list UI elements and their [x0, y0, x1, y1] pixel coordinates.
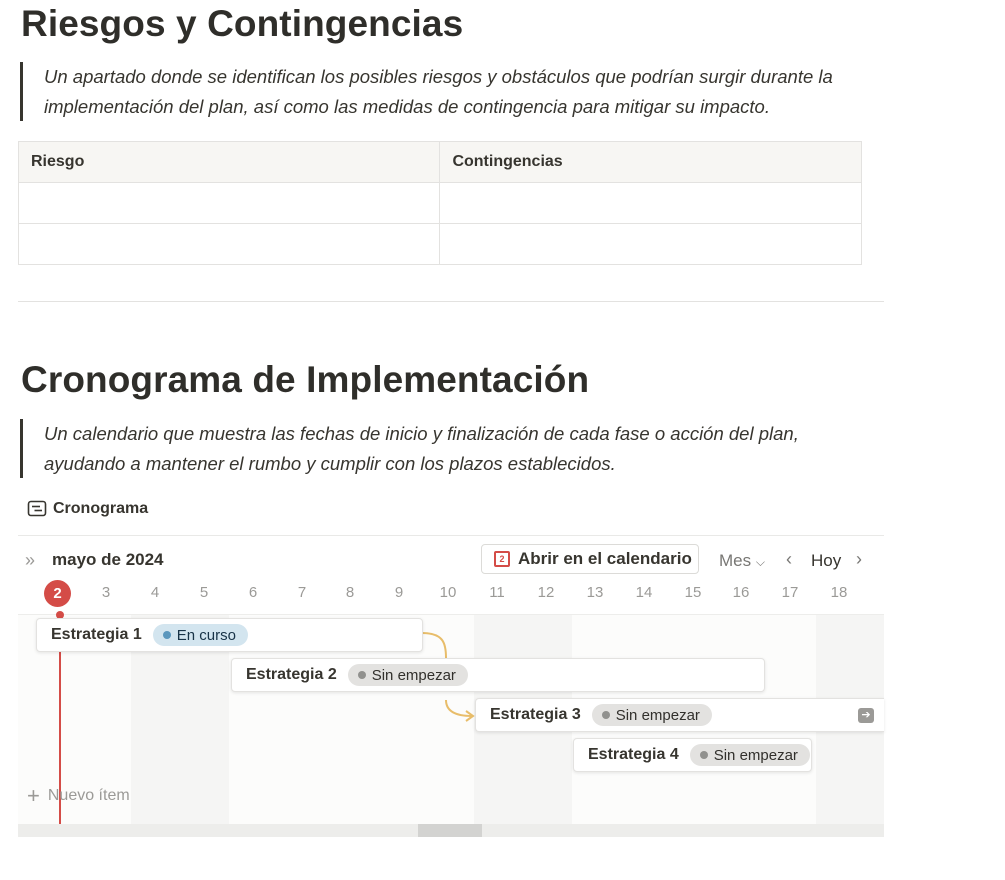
calendar-icon: 2 — [494, 551, 510, 567]
open-in-calendar-label: Abrir en el calendario — [518, 549, 692, 568]
risks-quote: Un apartado donde se identifican los pos… — [20, 62, 833, 121]
current-month: mayo de 2024 — [52, 550, 164, 569]
timeline-top-border — [18, 535, 884, 536]
schedule-quote: Un calendario que muestra las fechas de … — [20, 419, 799, 478]
divider — [18, 301, 884, 302]
day-label: 13 — [586, 584, 604, 601]
today-button[interactable]: Hoy — [811, 551, 841, 571]
scrollbar-thumb[interactable] — [418, 824, 482, 837]
risks-quote-line-1: Un apartado donde se identifican los pos… — [44, 66, 833, 87]
risks-table: Riesgo Contingencias — [17, 141, 862, 265]
day-label: 7 — [297, 584, 307, 601]
day-label: 3 — [101, 584, 111, 601]
table-cell[interactable] — [439, 223, 862, 265]
plus-icon: + — [27, 783, 40, 808]
status-dot — [357, 671, 366, 679]
timeline-item-estrategia-4[interactable]: Estrategia 4 Sin empezar — [573, 738, 812, 772]
day-label: 10 — [439, 584, 457, 601]
item-title: Estrategia 4 — [588, 746, 679, 763]
day-label: 16 — [732, 584, 750, 601]
day-label: 9 — [394, 584, 404, 601]
status-label: Sin empezar — [371, 666, 456, 684]
day-label: 6 — [248, 584, 258, 601]
status-badge: Sin empezar — [591, 704, 712, 726]
today-marker: 2 — [44, 580, 71, 607]
view-tab-label: Cronograma — [53, 500, 149, 517]
day-label: 11 — [489, 584, 505, 601]
new-item-button[interactable]: + Nuevo ítem — [27, 783, 130, 808]
status-label: Sin empezar — [615, 706, 700, 724]
table-cell[interactable] — [17, 182, 441, 224]
zoom-select-label: Mes — [719, 551, 752, 570]
day-label: 14 — [635, 584, 653, 601]
expand-sidebar-icon[interactable]: » — [25, 550, 35, 571]
column-header-contingencias[interactable]: Contingencias — [439, 141, 862, 183]
day-label: 17 — [781, 584, 799, 601]
section-title-schedule: Cronograma de Implementación — [21, 359, 590, 400]
status-dot — [601, 711, 610, 719]
timeline-item-estrategia-3[interactable]: Estrategia 3 Sin empezar ➔ — [475, 698, 884, 732]
status-dot — [162, 631, 171, 639]
new-item-label: Nuevo ítem — [47, 787, 130, 804]
risks-quote-line-2: implementación del plan, así como las me… — [44, 95, 770, 117]
day-label: 4 — [150, 584, 160, 601]
chevron-right-icon[interactable]: › — [856, 549, 862, 570]
table-cell[interactable] — [439, 182, 862, 224]
schedule-quote-line-1: Un calendario que muestra las fechas de … — [44, 423, 799, 444]
zoom-select-mes[interactable]: Mes ⌵ — [719, 551, 765, 571]
item-title: Estrategia 2 — [246, 666, 337, 683]
status-label: En curso — [176, 626, 236, 644]
day-label: 5 — [199, 584, 209, 601]
day-label: 18 — [830, 584, 848, 601]
status-badge: Sin empezar — [689, 744, 810, 766]
timeline-item-estrategia-2[interactable]: Estrategia 2 Sin empezar — [231, 658, 765, 692]
item-title: Estrategia 3 — [490, 706, 581, 723]
chevron-down-icon: ⌵ — [755, 555, 765, 569]
day-label: 8 — [345, 584, 355, 601]
table-header-row: Riesgo Contingencias — [17, 141, 862, 183]
chevron-left-icon[interactable]: ‹ — [786, 549, 792, 570]
timeline-toolbar: » mayo de 2024 2 Abrir en el calendario … — [18, 540, 884, 582]
section-title-risks: Riesgos y Contingencias — [21, 3, 464, 44]
day-header: 3 4 5 6 7 8 9 10 11 12 13 14 15 16 17 18 — [18, 582, 884, 614]
table-row — [17, 223, 862, 265]
timeline-item-estrategia-1[interactable]: Estrategia 1 En curso — [36, 618, 423, 652]
status-badge: Sin empezar — [347, 664, 468, 686]
day-label: 15 — [684, 584, 702, 601]
timeline-view-icon — [27, 500, 47, 518]
day-label: 12 — [537, 584, 555, 601]
status-dot — [699, 751, 708, 759]
arrow-right-icon[interactable]: ➔ — [858, 708, 874, 723]
status-badge: En curso — [152, 624, 248, 646]
item-title: Estrategia 1 — [51, 626, 142, 643]
status-label: Sin empezar — [713, 746, 798, 764]
column-header-riesgo[interactable]: Riesgo — [17, 141, 441, 183]
view-tab-cronograma[interactable]: Cronograma — [27, 500, 148, 518]
table-cell[interactable] — [17, 223, 441, 265]
open-in-calendar-button[interactable]: 2 Abrir en el calendario — [481, 544, 699, 574]
schedule-quote-line-2: ayudando a mantener el rumbo y cumplir c… — [44, 452, 616, 474]
table-row — [17, 182, 862, 224]
